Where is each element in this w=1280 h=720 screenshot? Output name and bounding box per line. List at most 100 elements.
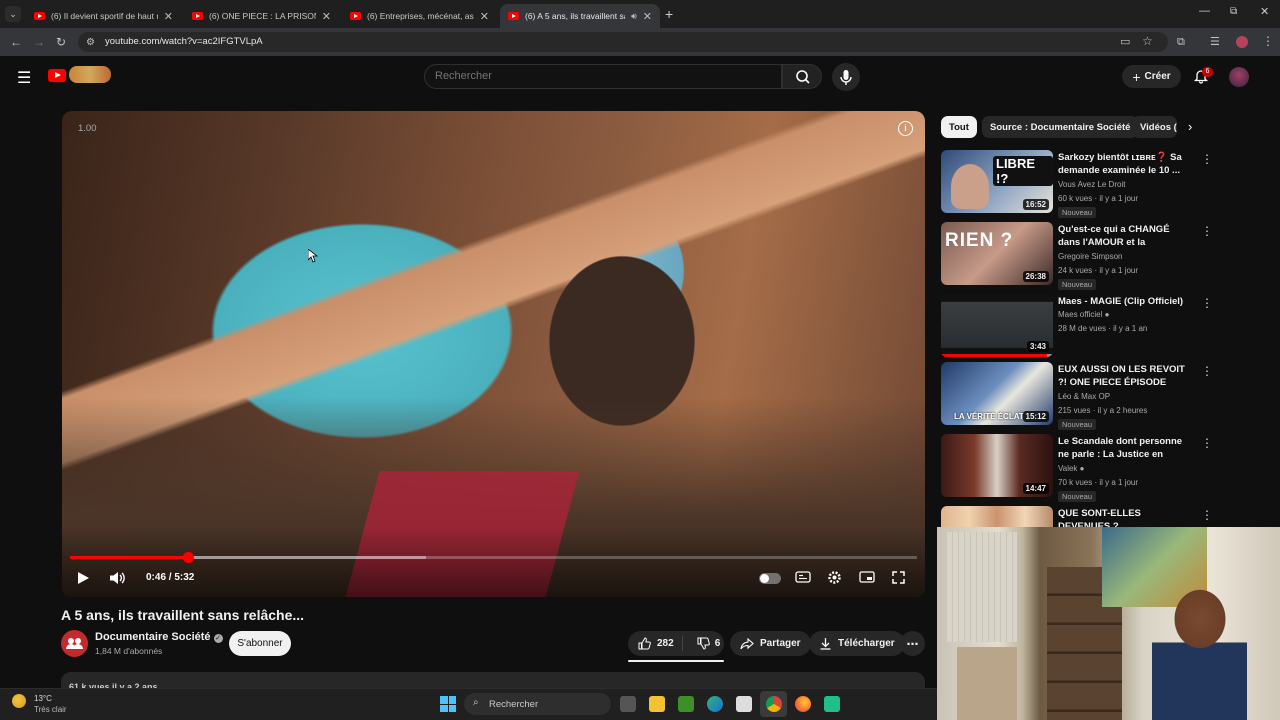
- more-options-icon[interactable]: ⋮: [1201, 296, 1213, 310]
- tab-groups-icon[interactable]: ☰: [1210, 35, 1220, 49]
- more-options-icon[interactable]: ⋮: [1201, 364, 1213, 378]
- chip-all[interactable]: Tout: [941, 116, 977, 138]
- chrome-menu-icon[interactable]: ⋮: [1262, 34, 1274, 48]
- recommendation-channel[interactable]: Vous Avez Le Droit: [1058, 180, 1125, 189]
- miniplayer-icon[interactable]: [859, 570, 875, 587]
- maximize-button[interactable]: ⧉: [1230, 6, 1237, 17]
- recommendation-channel[interactable]: Gregoire Simpson: [1058, 252, 1122, 261]
- app-icon[interactable]: [824, 696, 840, 712]
- video-thumbnail[interactable]: 14:47: [941, 434, 1053, 497]
- more-options-icon[interactable]: ⋮: [1201, 152, 1213, 166]
- fullscreen-icon[interactable]: [891, 570, 906, 588]
- browser-tab[interactable]: (6) Il devient sportif de haut niveau ✕: [26, 4, 181, 28]
- recommendation-channel[interactable]: Léo & Max OP: [1058, 392, 1110, 401]
- more-actions-button[interactable]: ⋯: [900, 631, 925, 656]
- share-button[interactable]: Partager: [730, 631, 811, 656]
- recommendation-title[interactable]: Le Scandale dont personne ne parle : La …: [1058, 435, 1188, 462]
- dislike-button[interactable]: 6: [689, 637, 729, 650]
- video-thumbnail[interactable]: LA VÉRITÉ ÉCLAT 15:12: [941, 362, 1053, 425]
- doodle-logo-icon[interactable]: [69, 66, 111, 83]
- weather-icon[interactable]: [12, 694, 26, 708]
- cast-icon[interactable]: ▭: [1120, 35, 1130, 49]
- recommendation-title[interactable]: QUE SONT-ELLES DEVENUES ? (CHANTEUSES DE…: [1058, 507, 1188, 527]
- video-thumbnail[interactable]: RIEN ? 26:38: [941, 222, 1053, 285]
- recommendation-item[interactable]: 14:47 Le Scandale dont personne ne parle…: [941, 434, 1213, 502]
- play-icon: [78, 572, 89, 584]
- info-icon[interactable]: i: [898, 121, 913, 136]
- channel-avatar[interactable]: [61, 630, 88, 657]
- settings-gear-icon[interactable]: [827, 570, 842, 588]
- subscribe-button[interactable]: S'abonner: [229, 631, 291, 656]
- task-view-icon[interactable]: [620, 696, 636, 712]
- close-tab-icon[interactable]: ✕: [322, 10, 331, 23]
- recommendation-channel[interactable]: Maes officiel ●: [1058, 310, 1109, 319]
- create-button[interactable]: + Créer: [1122, 65, 1181, 88]
- chips-next-chevron-icon[interactable]: ›: [1188, 119, 1192, 134]
- recommendation-title[interactable]: Maes - MAGIE (Clip Officiel): [1058, 295, 1188, 308]
- chrome-icon[interactable]: [766, 696, 782, 712]
- chip-source[interactable]: Source : Documentaire Société: [982, 116, 1139, 138]
- minimize-button[interactable]: —: [1199, 5, 1210, 17]
- browser-tab-active[interactable]: (6) A 5 ans, ils travaillent sans relâch…: [500, 4, 660, 28]
- like-button[interactable]: 282: [628, 636, 683, 651]
- more-options-icon[interactable]: ⋮: [1201, 436, 1213, 450]
- progress-bar[interactable]: [70, 552, 917, 563]
- firefox-icon[interactable]: [795, 696, 811, 712]
- hamburger-menu-icon[interactable]: ☰: [17, 68, 31, 88]
- weather-temp[interactable]: 13°C: [34, 694, 52, 703]
- recommendation-item[interactable]: QUE SONT-ELLES DEVENUES ? (CHANTEUSES DE…: [941, 506, 1211, 527]
- profile-avatar[interactable]: [1236, 36, 1248, 48]
- edge-icon[interactable]: [707, 696, 723, 712]
- recommendation-item[interactable]: LA VÉRITÉ ÉCLAT 15:12 EUX AUSSI ON LES R…: [941, 362, 1213, 430]
- recommendation-item[interactable]: LIBRE !? 16:52 Sarkozy bientôt ʟɪʙʀᴇ❓ Sa…: [941, 150, 1213, 218]
- file-explorer-icon[interactable]: [649, 696, 665, 712]
- extensions-icon[interactable]: ⧉: [1177, 35, 1185, 49]
- search-box[interactable]: [424, 64, 782, 89]
- start-windows-icon[interactable]: [440, 696, 456, 712]
- speaker-icon[interactable]: 🔊︎: [631, 11, 637, 22]
- browser-tab[interactable]: (6) ONE PIECE : LA PRISON D'EL... ✕: [184, 4, 339, 28]
- more-options-icon[interactable]: ⋮: [1201, 224, 1213, 238]
- recommendation-channel[interactable]: Valek ●: [1058, 464, 1085, 473]
- store-icon[interactable]: [736, 696, 752, 712]
- volume-button[interactable]: [109, 571, 127, 588]
- browser-tab[interactable]: (6) Entreprises, mécénat, associations ✕: [342, 4, 497, 28]
- chip-videos[interactable]: Vidéos (: [1132, 116, 1177, 138]
- taskbar-search[interactable]: ⌕ Rechercher: [464, 693, 611, 715]
- recommendation-item[interactable]: RIEN ? 26:38 Qu'est-ce qui a CHANGÉ dans…: [941, 222, 1213, 290]
- subtitles-icon[interactable]: [795, 570, 811, 587]
- progress-scrubber[interactable]: [182, 552, 194, 563]
- forward-icon[interactable]: →: [33, 35, 45, 49]
- search-input[interactable]: [435, 70, 765, 82]
- voice-search-button[interactable]: [832, 63, 860, 91]
- video-player[interactable]: 1.00 i 0:46 / 5:32: [62, 111, 925, 597]
- more-options-icon[interactable]: ⋮: [1201, 508, 1211, 522]
- recommendation-title[interactable]: Qu'est-ce qui a CHANGÉ dans l'AMOUR et l…: [1058, 223, 1188, 250]
- channel-name[interactable]: Documentaire Société ✓: [95, 631, 223, 643]
- close-tab-icon[interactable]: ✕: [643, 10, 652, 23]
- video-thumbnail[interactable]: [941, 506, 1053, 527]
- recommendation-title[interactable]: EUX AUSSI ON LES REVOIT ?! ONE PIECE ÉPI…: [1058, 363, 1188, 390]
- close-tab-icon[interactable]: ✕: [164, 10, 173, 23]
- video-thumbnail[interactable]: LIBRE !? 16:52: [941, 150, 1053, 213]
- url-text[interactable]: youtube.com/watch?v=ac2IFGTVLpA: [105, 36, 263, 47]
- bookmark-star-icon[interactable]: ☆: [1142, 34, 1153, 48]
- back-icon[interactable]: ←: [10, 35, 22, 49]
- youtube-logo[interactable]: [48, 69, 66, 82]
- close-tab-icon[interactable]: ✕: [480, 10, 489, 23]
- autoplay-toggle[interactable]: [759, 573, 781, 584]
- tab-search-button[interactable]: ⌄: [5, 6, 21, 22]
- recommendation-title[interactable]: Sarkozy bientôt ʟɪʙʀᴇ❓ Sa demande examin…: [1058, 151, 1188, 177]
- close-window-button[interactable]: ✕: [1260, 5, 1269, 18]
- new-tab-button[interactable]: +: [665, 6, 673, 22]
- nvidia-icon[interactable]: [678, 696, 694, 712]
- account-avatar[interactable]: [1229, 67, 1249, 87]
- recommendation-item[interactable]: 3:43 Maes - MAGIE (Clip Officiel) Maes o…: [941, 294, 1213, 360]
- site-info-icon[interactable]: ⚙: [86, 36, 95, 50]
- download-button[interactable]: Télécharger: [809, 631, 905, 656]
- reload-icon[interactable]: ↻: [56, 35, 66, 49]
- play-button[interactable]: [76, 571, 90, 588]
- search-button[interactable]: [782, 64, 822, 89]
- video-thumbnail[interactable]: 3:43: [941, 294, 1053, 357]
- download-icon: [820, 638, 831, 650]
